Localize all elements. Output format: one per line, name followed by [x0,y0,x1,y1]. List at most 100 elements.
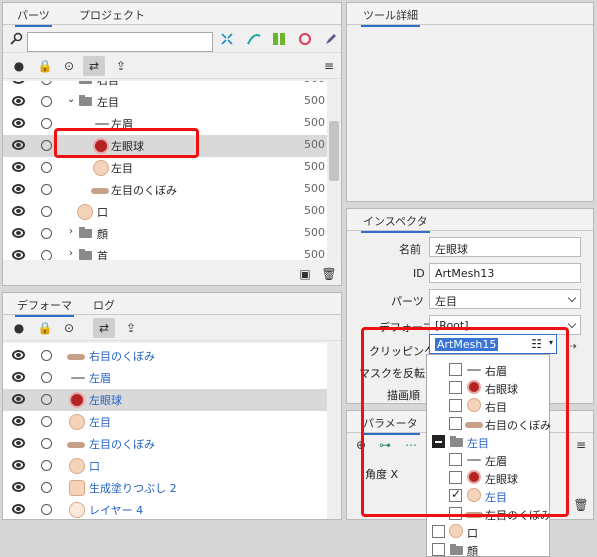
hollow-thumbnail [91,188,109,194]
list-item[interactable]: › 顔 500 [3,223,327,245]
list-item[interactable]: 右目のくぼみ [3,345,327,367]
eye-icon[interactable]: ● [11,58,27,74]
list-item[interactable]: 左目 500 [3,157,327,179]
eye-icon[interactable] [12,206,25,216]
lock-toggle-icon[interactable] [41,228,52,239]
list-item[interactable]: レイヤー 4 [3,499,327,519]
list-item-selected[interactable]: 左眼球 [3,389,327,411]
lock-toggle-icon[interactable] [41,184,52,195]
eye-icon[interactable] [12,140,25,150]
tool-detail-panel: ツール詳細 [346,2,594,202]
list-item[interactable]: 口 [3,455,327,477]
chevron-right-icon[interactable]: › [69,226,73,237]
tab-inspector[interactable]: インスペクタ [361,213,430,233]
export-lock-icon[interactable]: ⇪ [113,58,129,74]
eye-thumbnail [69,414,85,430]
list-item[interactable]: 左目 [3,411,327,433]
trash-icon[interactable]: 🗑 [573,497,589,513]
eye-icon[interactable] [12,250,25,260]
menu-icon[interactable]: ≡ [321,58,337,74]
eye-icon[interactable] [12,438,25,448]
lock-toggle-icon[interactable] [41,81,52,85]
swap-icon[interactable]: ⇄ [83,56,105,76]
item-name: 左目のくぼみ [111,184,177,197]
dropdown-item[interactable]: 顔 [427,541,549,557]
tab-deformer[interactable]: デフォーマ [15,297,74,317]
lock-toggle-icon[interactable] [41,250,52,260]
list-item[interactable]: 生成塗りつぶし 2 [3,477,327,499]
chevron-right-circle-icon[interactable]: ⊙ [61,320,77,336]
link-icon[interactable] [246,31,262,47]
export-lock-icon[interactable]: ⇪ [123,320,139,336]
parts-select[interactable]: 左目 [429,289,581,309]
tab-log[interactable]: ログ [91,297,117,313]
lock-icon[interactable]: 🔒 [37,58,53,74]
item-name: 左目 [97,96,119,109]
list-item[interactable]: 左目のくぼみ [3,433,327,455]
eye-icon[interactable] [12,162,25,172]
eye-icon[interactable] [12,460,25,470]
eye-icon[interactable] [12,482,25,492]
parts-search-input[interactable] [27,32,213,52]
eye-icon[interactable] [12,394,25,404]
fill-thumbnail [69,480,85,496]
trash-icon[interactable]: 🗑 [321,266,337,282]
chevron-down-circle-icon[interactable]: ⊙ [61,58,77,74]
search-icon[interactable] [8,31,24,47]
lock-toggle-icon[interactable] [41,394,52,405]
chevron-right-icon[interactable]: › [69,248,73,259]
tab-parts[interactable]: パーツ [15,7,52,27]
lock-toggle-icon[interactable] [41,350,52,361]
lock-toggle-icon[interactable] [41,96,52,107]
eye-icon[interactable] [12,184,25,194]
eyeball-thumbnail [69,392,85,408]
lock-toggle-icon[interactable] [41,118,52,129]
eye-icon[interactable] [12,372,25,382]
lock-toggle-icon[interactable] [41,206,52,217]
eye-icon[interactable] [12,416,25,426]
eye-icon[interactable] [12,118,25,128]
dropdown-item[interactable]: 口 [427,523,549,541]
eye-icon[interactable] [12,81,25,84]
expand-icon[interactable] [219,31,235,47]
chevron-down-icon[interactable]: ⌄ [67,94,75,105]
swap-icon[interactable]: ⇄ [93,318,115,338]
lock-toggle-icon[interactable] [41,140,52,151]
copy-icon[interactable]: ▣ [297,266,313,282]
scroll-thumb[interactable] [329,121,339,181]
eye-icon[interactable] [12,228,25,238]
eye-icon[interactable] [12,96,25,106]
mouth-thumbnail [69,458,85,474]
rotate-icon[interactable] [297,31,313,47]
lock-toggle-icon[interactable] [41,504,52,515]
lock-icon[interactable]: 🔒 [37,320,53,336]
list-item[interactable]: 左目のくぼみ 500 [3,179,327,201]
pen-icon[interactable] [323,31,339,47]
tab-project[interactable]: プロジェクト [77,7,147,23]
eye-icon[interactable]: ● [11,320,27,336]
lock-toggle-icon[interactable] [41,372,52,383]
item-name: 右目のくぼみ [89,350,155,363]
list-item[interactable]: ⌄ 左目 500 [3,91,327,113]
id-field[interactable]: ArtMesh13 [429,263,581,283]
lock-toggle-icon[interactable] [41,438,52,449]
lock-toggle-icon[interactable] [41,416,52,427]
list-item[interactable]: › 首 500 [3,245,327,260]
lock-toggle-icon[interactable] [41,482,52,493]
parts-scrollbar[interactable] [327,81,341,260]
eye-icon[interactable] [12,350,25,360]
eye-icon[interactable] [12,504,25,514]
grid-icon[interactable] [271,31,287,47]
checkbox[interactable] [432,525,445,538]
chevron-right-icon[interactable]: › [69,81,73,83]
list-item[interactable]: 左眉 [3,367,327,389]
lock-toggle-icon[interactable] [41,162,52,173]
list-item[interactable]: › 右目 500 [3,81,327,91]
name-field[interactable]: 左眼球 [429,237,581,257]
tab-tool-detail[interactable]: ツール詳細 [361,7,420,27]
menu-icon[interactable]: ≡ [573,437,589,453]
deformer-scrollbar[interactable] [327,343,341,519]
list-item[interactable]: 口 500 [3,201,327,223]
checkbox[interactable] [432,543,445,556]
lock-toggle-icon[interactable] [41,460,52,471]
